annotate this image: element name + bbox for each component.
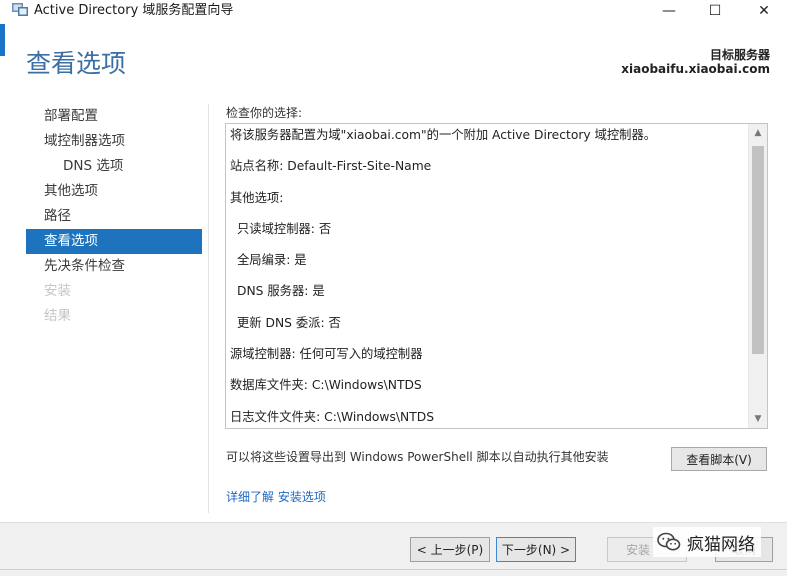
nav-item-paths[interactable]: 路径 — [26, 204, 202, 229]
review-text-box[interactable]: 将该服务器配置为域"xiaobai.com"的一个附加 Active Direc… — [225, 123, 768, 429]
nav-item-additional-options[interactable]: 其他选项 — [26, 179, 202, 204]
scroll-down-arrow-icon[interactable]: ▼ — [749, 410, 767, 428]
nav-item-dc-options[interactable]: 域控制器选项 — [26, 129, 202, 154]
review-line-global-catalog: 全局编录: 是 — [237, 253, 307, 268]
target-server-name: xiaobaifu.xiaobai.com — [621, 62, 770, 76]
review-line-log-folder: 日志文件文件夹: C:\Windows\NTDS — [230, 409, 435, 424]
scroll-thumb[interactable] — [752, 146, 764, 354]
review-line-dns-server: DNS 服务器: 是 — [237, 284, 325, 299]
nav-item-review-options[interactable]: 查看选项 — [26, 229, 202, 254]
minimize-button[interactable]: — — [646, 0, 692, 22]
nav-item-installation: 安装 — [44, 283, 71, 299]
footer-bottom-line — [0, 569, 787, 570]
review-label: 检查你的选择: — [226, 106, 303, 120]
watermark-text: 疯猫网络 — [687, 534, 755, 555]
nav-divider — [208, 104, 209, 513]
review-lines: 将该服务器配置为域"xiaobai.com"的一个附加 Active Direc… — [230, 126, 745, 428]
nav-item-prerequisites-check[interactable]: 先决条件检查 — [26, 254, 202, 279]
review-line-other-options: 其他选项: — [230, 190, 284, 205]
window-title: Active Directory 域服务配置向导 — [34, 3, 234, 18]
server-manager-icon — [12, 3, 28, 16]
next-button[interactable]: 下一步(N) > — [496, 537, 576, 562]
watermark: 疯猫网络 — [653, 527, 761, 557]
close-button[interactable]: ✕ — [741, 0, 787, 22]
page-title: 查看选项 — [26, 49, 127, 78]
review-line-rodc: 只读域控制器: 否 — [237, 221, 332, 236]
review-line-site-name: 站点名称: Default-First-Site-Name — [230, 159, 432, 174]
target-server-label: 目标服务器 — [709, 48, 770, 62]
view-script-button[interactable]: 查看脚本(V) — [671, 447, 767, 471]
wechat-logo-icon — [657, 532, 681, 551]
review-line-source-dc: 源域控制器: 任何可写入的域控制器 — [230, 347, 423, 362]
learn-more-link[interactable]: 详细了解 安装选项 — [226, 488, 326, 505]
nav-item-dns-options[interactable]: DNS 选项 — [26, 154, 202, 179]
review-line-dns-delegation: 更新 DNS 委派: 否 — [237, 315, 341, 330]
nav-item-deployment-config[interactable]: 部署配置 — [26, 104, 202, 129]
wizard-nav: 部署配置 域控制器选项 DNS 选项 其他选项 路径 查看选项 先决条件检查 安… — [26, 104, 202, 329]
review-line-summary: 将该服务器配置为域"xiaobai.com"的一个附加 Active Direc… — [230, 128, 657, 142]
maximize-button[interactable]: ☐ — [692, 0, 738, 22]
previous-button[interactable]: < 上一步(P) — [410, 537, 490, 562]
export-description: 可以将这些设置导出到 Windows PowerShell 脚本以自动执行其他安… — [226, 450, 609, 464]
title-bar: Active Directory 域服务配置向导 — ☐ ✕ — [0, 0, 787, 22]
window-edge-accent — [0, 24, 5, 56]
nav-item-results: 结果 — [44, 308, 71, 324]
review-line-database-folder: 数据库文件夹: C:\Windows\NTDS — [230, 378, 422, 393]
review-scrollbar[interactable]: ▲ ▼ — [748, 124, 767, 428]
scroll-up-arrow-icon[interactable]: ▲ — [749, 124, 767, 142]
